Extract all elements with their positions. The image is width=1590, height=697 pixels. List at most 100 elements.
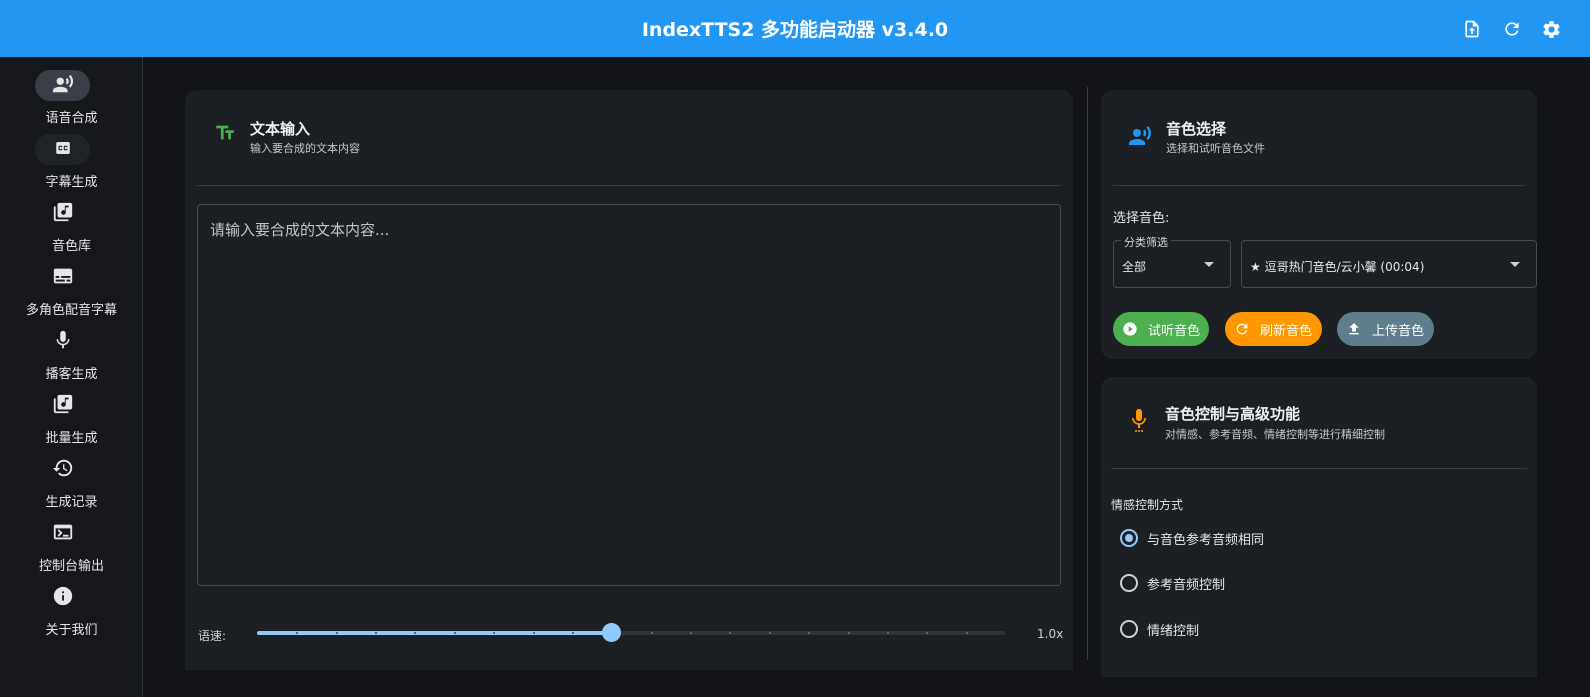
upload-icon	[1346, 321, 1362, 337]
category-filter-value: 全部	[1122, 260, 1147, 274]
speed-value: 1.0x	[1037, 627, 1064, 641]
emotion-control-label: 情感控制方式	[1111, 498, 1184, 512]
emotion-option-emotion-control[interactable]: 情绪控制	[1120, 617, 1199, 641]
radio-unchecked[interactable]	[1120, 574, 1138, 592]
sidebar-item-multi-role-dubbing[interactable]: 多角色配音字幕	[0, 255, 143, 318]
divider	[1113, 185, 1525, 186]
app-header: IndexTTS2 多功能启动器 v3.4.0	[0, 0, 1590, 57]
sidebar-item-label: 批量生成	[45, 431, 98, 446]
preview-voice-label: 试听音色	[1148, 323, 1201, 339]
sidebar-item-pill	[35, 518, 90, 549]
sidebar-item-label: 关于我们	[45, 623, 98, 638]
sidebar-item-podcast-generation[interactable]: 播客生成	[0, 319, 143, 382]
slider-tick	[769, 632, 771, 634]
slider-tick	[808, 632, 810, 634]
refresh-icon[interactable]	[1500, 17, 1524, 41]
category-filter-select[interactable]: 分类筛选 全部	[1113, 234, 1231, 288]
divider	[197, 185, 1061, 186]
sidebar-item-pill	[35, 70, 90, 101]
panel-divider	[1087, 87, 1088, 660]
select-voice-label: 选择音色:	[1113, 211, 1170, 226]
record-voice-icon	[1128, 124, 1152, 148]
slider-tick	[926, 632, 928, 634]
sidebar-item-console-output[interactable]: 控制台输出	[0, 511, 143, 574]
slider-tick	[296, 632, 298, 634]
speed-slider[interactable]	[257, 623, 1005, 642]
emotion-option-label: 与音色参考音频相同	[1147, 532, 1265, 548]
voice-select[interactable]: ★ 逗哥热门音色/云小馨 (00:04)	[1241, 240, 1537, 288]
radio-unchecked[interactable]	[1120, 620, 1138, 638]
sidebar-item-pill	[35, 198, 90, 229]
sidebar-item-voice-library[interactable]: 音色库	[0, 191, 143, 254]
sidebar-item-subtitle-generation[interactable]: 字幕生成	[0, 127, 143, 190]
sidebar-item-history[interactable]: 生成记录	[0, 447, 143, 510]
card-title: 音色选择	[1166, 120, 1227, 138]
play-circle-icon	[1122, 321, 1138, 337]
slider-tick	[729, 632, 731, 634]
main-content: 文本输入 输入要合成的文本内容 语速: 1.0x 音色选择 选择和试听音色文件 …	[143, 57, 1590, 697]
slider-tick	[887, 632, 889, 634]
text-fields-icon	[213, 121, 237, 145]
gear-icon[interactable]	[1539, 17, 1563, 41]
emotion-option-same-as-reference[interactable]: 与音色参考音频相同	[1120, 526, 1264, 550]
radio-checked[interactable]	[1120, 529, 1138, 547]
sidebar-item-label: 字幕生成	[45, 175, 98, 190]
card-subtitle: 对情感、参考音频、情绪控制等进行精细控制	[1165, 428, 1385, 441]
app-title: IndexTTS2 多功能启动器 v3.4.0	[641, 19, 949, 41]
slider-tick	[572, 632, 574, 634]
card-title: 文本输入	[250, 120, 311, 138]
sidebar-item-pill	[35, 134, 90, 165]
sidebar-item-about-us[interactable]: 关于我们	[0, 575, 143, 638]
terminal-icon	[52, 521, 74, 547]
voice-selection-card: 音色选择 选择和试听音色文件 选择音色: 分类筛选 全部 ★ 逗哥热门音色/云小…	[1101, 90, 1537, 359]
subtitles-icon	[52, 265, 74, 291]
slider-tick	[414, 632, 416, 634]
synthesis-text-input[interactable]	[197, 204, 1061, 586]
info-icon	[52, 585, 74, 611]
card-subtitle: 选择和试听音色文件	[1166, 142, 1265, 155]
microphone-icon	[1127, 408, 1151, 432]
divider	[1111, 468, 1527, 469]
slider-tick	[690, 632, 692, 634]
sidebar-item-batch-generation[interactable]: 批量生成	[0, 383, 143, 446]
emotion-option-reference-audio[interactable]: 参考音频控制	[1120, 571, 1225, 595]
slider-tick	[336, 632, 338, 634]
microphone-icon	[52, 329, 74, 355]
speed-label: 语速:	[198, 629, 227, 643]
sidebar-item-label: 多角色配音字幕	[25, 303, 117, 318]
text-input-card: 文本输入 输入要合成的文本内容 语速: 1.0x	[185, 90, 1073, 670]
sidebar-item-pill	[35, 390, 90, 421]
upload-voice-label: 上传音色	[1372, 323, 1425, 339]
slider-tick	[493, 632, 495, 634]
speed-slider-fill	[257, 631, 611, 635]
library-music-icon	[52, 393, 74, 419]
voice-select-value: ★ 逗哥热门音色/云小馨 (00:04)	[1250, 260, 1425, 274]
slider-tick	[966, 632, 968, 634]
speed-slider-thumb[interactable]	[602, 623, 621, 642]
sidebar-item-speech-synthesis[interactable]: 语音合成	[0, 63, 143, 126]
voice-control-card: 音色控制与高级功能 对情感、参考音频、情绪控制等进行精细控制 情感控制方式 与音…	[1101, 377, 1537, 677]
preview-voice-button[interactable]: 试听音色	[1113, 312, 1209, 346]
card-title: 音色控制与高级功能	[1165, 405, 1301, 423]
category-filter-legend: 分类筛选	[1121, 234, 1171, 250]
sidebar-item-label: 语音合成	[45, 111, 98, 126]
refresh-voice-button[interactable]: 刷新音色	[1225, 312, 1322, 346]
emotion-option-label: 情绪控制	[1147, 623, 1200, 639]
refresh-icon	[1234, 321, 1250, 337]
upload-file-icon[interactable]	[1460, 17, 1484, 41]
slider-tick	[454, 632, 456, 634]
slider-tick	[848, 632, 850, 634]
sidebar-item-pill	[35, 326, 90, 357]
emotion-option-label: 参考音频控制	[1147, 577, 1226, 593]
record-voice-icon	[52, 73, 74, 99]
sidebar-item-pill	[35, 582, 90, 613]
slider-tick	[533, 632, 535, 634]
library-music-icon	[52, 201, 74, 227]
closed-caption-icon	[54, 139, 72, 161]
upload-voice-button[interactable]: 上传音色	[1337, 312, 1434, 346]
card-subtitle: 输入要合成的文本内容	[250, 142, 360, 155]
sidebar-item-label: 播客生成	[45, 367, 98, 382]
sidebar-item-pill	[35, 454, 90, 485]
chevron-down-icon	[1204, 262, 1214, 267]
refresh-voice-label: 刷新音色	[1260, 323, 1313, 339]
